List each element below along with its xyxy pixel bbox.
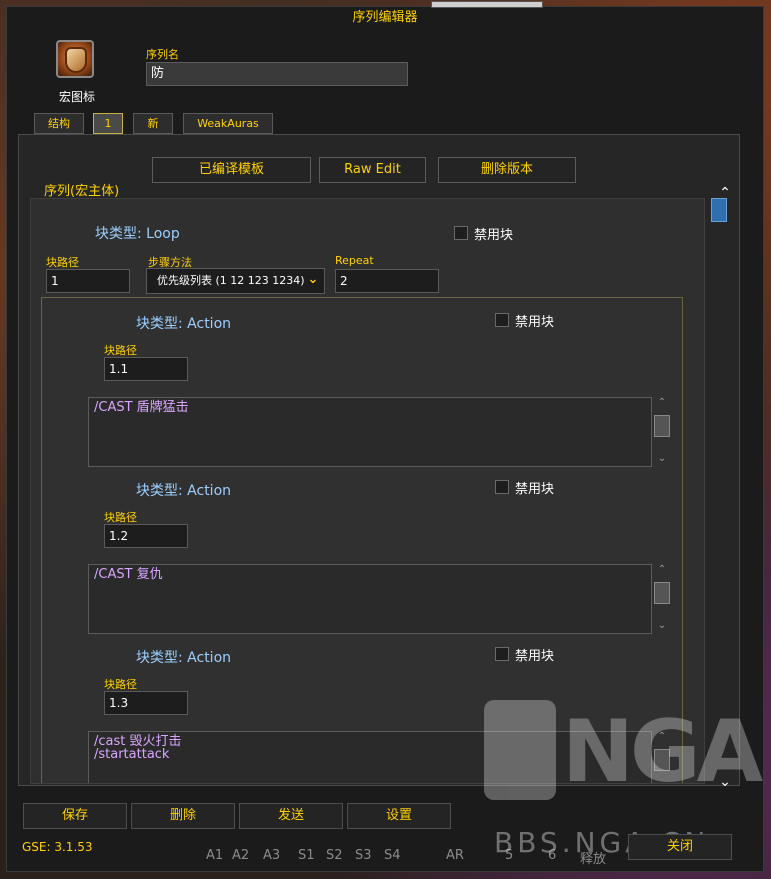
macro-icon-button[interactable]: [56, 40, 94, 78]
save-button[interactable]: 保存: [23, 803, 127, 829]
action-bar-slot[interactable]: 6: [548, 848, 556, 863]
action-disable-label: 禁用块: [515, 482, 555, 497]
action-bar-slot[interactable]: A2: [232, 848, 249, 863]
sequence-body-label: 序列(宏主体): [44, 184, 120, 199]
sequence-name-input[interactable]: 防: [146, 62, 408, 86]
action-disable-checkbox[interactable]: [495, 647, 509, 661]
step-method-value: 优先级列表 (1 12 123 1234): [157, 274, 305, 287]
macro-textarea[interactable]: /CAST 盾牌猛击: [88, 397, 652, 467]
textarea-scroll-down-icon[interactable]: ⌄: [655, 454, 669, 464]
textarea-scrollbar[interactable]: ⌃ ⌄: [653, 565, 671, 635]
action-path-label: 块路径: [104, 678, 137, 691]
loop-block-type: 块类型: Loop: [95, 226, 180, 242]
window-title: 序列编辑器: [352, 10, 418, 25]
loop-path-label: 块路径: [46, 256, 79, 269]
send-button[interactable]: 发送: [239, 803, 343, 829]
sequence-name-label: 序列名: [146, 48, 179, 61]
nga-watermark: NGA: [484, 700, 763, 820]
paw-logo-icon: [484, 700, 556, 800]
loop-path-input[interactable]: 1: [46, 269, 130, 293]
step-method-dropdown[interactable]: 优先级列表 (1 12 123 1234) ⌄: [146, 268, 325, 294]
action-block-type: 块类型: Action: [136, 316, 232, 332]
gse-version: GSE: 3.1.53: [22, 840, 93, 854]
action-bar-slot[interactable]: S1: [298, 848, 315, 863]
macro-icon-label: 宏图标: [58, 90, 95, 104]
action-path-input[interactable]: 1.1: [104, 357, 188, 381]
action-bar-slot[interactable]: A3: [263, 848, 280, 863]
loop-disable-checkbox[interactable]: [454, 226, 468, 240]
settings-button[interactable]: 设置: [347, 803, 451, 829]
compiled-template-button[interactable]: 已编译模板: [152, 157, 311, 183]
action-bar-slot[interactable]: 释放: [580, 848, 606, 867]
raw-edit-button[interactable]: Raw Edit: [319, 157, 426, 183]
textarea-scroll-thumb[interactable]: [654, 582, 670, 604]
scrollbar-track[interactable]: [710, 195, 728, 770]
tab-new[interactable]: 新: [133, 113, 173, 134]
action-bar-slot[interactable]: S2: [326, 848, 343, 863]
textarea-scroll-up-icon[interactable]: ⌃: [655, 565, 669, 575]
action-bar-slot[interactable]: AR: [446, 848, 464, 863]
action-path-label: 块路径: [104, 511, 137, 524]
repeat-label: Repeat: [335, 254, 374, 267]
action-disable-checkbox[interactable]: [495, 480, 509, 494]
chevron-down-icon[interactable]: ⌄: [305, 272, 321, 288]
textarea-scroll-down-icon[interactable]: ⌄: [655, 621, 669, 631]
action-path-label: 块路径: [104, 344, 137, 357]
scrollbar-thumb[interactable]: [711, 198, 727, 222]
action-bar-slot[interactable]: 5: [505, 848, 513, 863]
action-disable-checkbox[interactable]: [495, 313, 509, 327]
action-disable-label: 禁用块: [515, 315, 555, 330]
delete-button[interactable]: 删除: [131, 803, 235, 829]
close-button[interactable]: 关闭: [628, 834, 732, 860]
delete-version-button[interactable]: 删除版本: [438, 157, 576, 183]
textarea-scrollbar[interactable]: ⌃ ⌄: [653, 398, 671, 468]
loop-disable-label: 禁用块: [474, 228, 514, 243]
watermark-logo-text: NGA: [562, 702, 763, 802]
action-bar-slot[interactable]: S4: [384, 848, 401, 863]
tab-weakauras[interactable]: WeakAuras: [183, 113, 273, 134]
shield-icon: [65, 47, 87, 73]
sequence-content: 块类型: Loop 禁用块 块路径 1 步骤方法 优先级列表 (1 12 123…: [30, 198, 705, 784]
action-path-input[interactable]: 1.3: [104, 691, 188, 715]
action-disable-label: 禁用块: [515, 649, 555, 664]
action-path-input[interactable]: 1.2: [104, 524, 188, 548]
textarea-scroll-up-icon[interactable]: ⌃: [655, 398, 669, 408]
tab-structure[interactable]: 结构: [34, 113, 84, 134]
action-block-type: 块类型: Action: [136, 483, 232, 499]
action-bar-slot[interactable]: S3: [355, 848, 372, 863]
tab-version-1[interactable]: 1: [93, 113, 123, 134]
action-bar-slot[interactable]: A1: [206, 848, 223, 863]
macro-textarea[interactable]: /CAST 复仇: [88, 564, 652, 634]
repeat-input[interactable]: 2: [335, 269, 439, 293]
textarea-scroll-thumb[interactable]: [654, 415, 670, 437]
action-block-type: 块类型: Action: [136, 650, 232, 666]
